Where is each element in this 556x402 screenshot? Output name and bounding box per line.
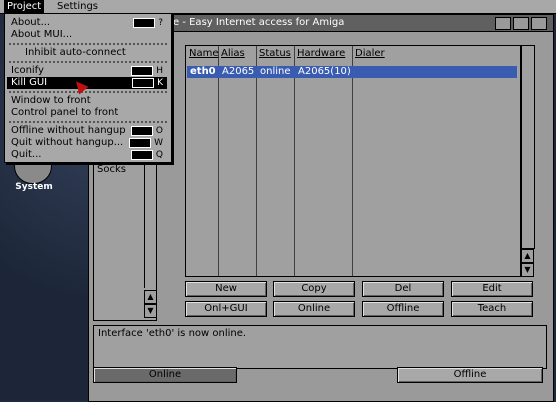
shortcut: O — [130, 125, 163, 137]
table-row[interactable]: eth0 A2065 online A2065(10) — [187, 66, 517, 78]
menu-item-label: Quit without hangup... — [11, 137, 124, 148]
cell-status: online — [260, 66, 291, 77]
scroll-up-icon[interactable]: ▲ — [144, 290, 157, 304]
table-scroll-up-icon[interactable]: ▲ — [521, 249, 534, 263]
col-header-name[interactable]: Name — [189, 48, 219, 60]
amiga-key-icon — [129, 137, 152, 148]
col-header-status[interactable]: Status — [259, 48, 291, 60]
menu-item-inhibit-auto-connect[interactable]: Inhibit auto-connect — [7, 47, 167, 59]
menu-item-label: Offline without hangup — [11, 125, 126, 136]
interface-table[interactable]: Name Alias Status Hardware Dialer eth0 A… — [185, 45, 521, 277]
menu-item-quit-without-hangup[interactable]: Quit without hangup... W — [7, 137, 167, 149]
menu-item-label: About... — [11, 17, 51, 28]
col-header-hardware[interactable]: Hardware — [297, 48, 345, 60]
table-scrollbar[interactable] — [521, 45, 535, 249]
menu-item-label: Quit... — [11, 149, 42, 160]
shortcut: H — [131, 65, 163, 77]
amiga-key-icon — [130, 125, 153, 136]
shortcut: Q — [130, 149, 163, 161]
table-scroll-down-icon[interactable]: ▼ — [521, 263, 534, 277]
screen-menu-bar: Project Settings — [0, 0, 556, 14]
cell-alias: A2065 — [222, 66, 255, 77]
list-item[interactable]: Socks — [97, 164, 126, 175]
col-header-alias[interactable]: Alias — [221, 48, 245, 60]
menu-item-control-panel-to-front[interactable]: Control panel to front — [7, 107, 167, 119]
disk-icon — [14, 160, 52, 184]
amiga-key-icon — [132, 77, 155, 88]
system-icon-label: System — [15, 182, 53, 192]
edit-button[interactable]: Edit — [451, 281, 533, 297]
menu-item-about-mui[interactable]: About MUI... — [7, 29, 167, 41]
shortcut: K — [132, 77, 163, 89]
shortcut: ? — [133, 17, 163, 29]
footer-online-button[interactable]: Online — [93, 367, 237, 383]
online-gui-button[interactable]: Onl+GUI — [185, 301, 267, 317]
depth-back-gadget-icon[interactable] — [531, 17, 547, 30]
menu-settings[interactable]: Settings — [54, 0, 101, 13]
new-button[interactable]: New — [185, 281, 267, 297]
amiga-key-icon — [131, 65, 154, 76]
menu-item-iconify[interactable]: Iconify H — [7, 65, 167, 77]
delete-button[interactable]: Del — [362, 281, 444, 297]
teach-button[interactable]: Teach — [451, 301, 533, 317]
zoom-gadget-icon[interactable] — [495, 17, 511, 30]
system-drive-icon[interactable]: System — [6, 160, 62, 194]
menu-project[interactable]: Project — [4, 0, 45, 13]
footer-offline-button[interactable]: Offline — [397, 367, 543, 383]
menu-item-offline-without-hangup[interactable]: Offline without hangup O — [7, 125, 167, 137]
menu-item-quit[interactable]: Quit... Q — [7, 149, 167, 161]
menu-item-about[interactable]: About... ? — [7, 17, 167, 29]
scroll-down-icon[interactable]: ▼ — [144, 304, 157, 318]
depth-gadget-icon[interactable] — [513, 17, 529, 30]
cell-name: eth0 — [190, 66, 216, 77]
copy-button[interactable]: Copy — [273, 281, 355, 297]
menu-item-label: Kill GUI — [11, 77, 48, 88]
amiga-key-icon — [130, 149, 153, 160]
menu-item-window-to-front[interactable]: Window to front — [7, 95, 167, 107]
cell-hardware: A2065(10) — [298, 66, 351, 77]
menu-item-label: Iconify — [11, 65, 44, 76]
status-log: Interface 'eth0' is now online. — [93, 325, 547, 369]
offline-button[interactable]: Offline — [362, 301, 444, 317]
shortcut: W — [129, 137, 163, 149]
window-title: e - Easy Internet access for Amiga — [173, 17, 345, 28]
project-menu: About... ? About MUI... Inhibit auto-con… — [4, 13, 172, 163]
online-button[interactable]: Online — [273, 301, 355, 317]
amiga-key-icon — [133, 17, 156, 28]
col-header-dialer[interactable]: Dialer — [355, 48, 385, 60]
